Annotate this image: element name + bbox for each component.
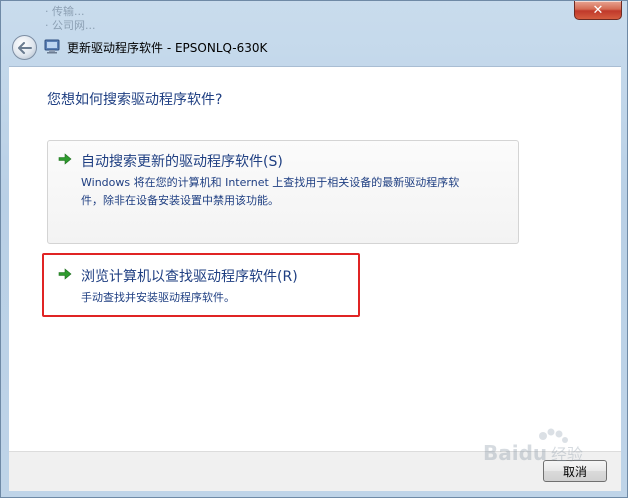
page-heading: 您想如何搜索驱动程序软件? xyxy=(47,92,223,108)
wizard-content: 您想如何搜索驱动程序软件? 自动搜索更新的驱动程序软件(S) Windows 将… xyxy=(9,66,621,451)
close-icon: ✕ xyxy=(592,2,604,18)
option-auto-search-description: Windows 将在您的计算机和 Internet 上查找用于相关设备的最新驱动… xyxy=(81,174,511,210)
baidu-watermark-logo: Baidu 经验 xyxy=(483,428,583,465)
back-button[interactable] xyxy=(12,35,37,60)
background-blur-text: · 公司网... xyxy=(45,19,96,32)
description-line: Windows 将在您的计算机和 Internet 上查找用于相关设备的最新驱动… xyxy=(81,176,460,189)
description-line: 件，除非在设备安装设置中禁用该功能。 xyxy=(81,194,279,207)
window-title: 更新驱动程序软件 - EPSONLQ-630K xyxy=(67,41,268,55)
green-arrow-icon xyxy=(58,153,72,165)
back-arrow-icon xyxy=(17,41,32,54)
watermark-text-secondary: 经验 xyxy=(551,445,583,464)
option-auto-search[interactable]: 自动搜索更新的驱动程序软件(S) Windows 将在您的计算机和 Intern… xyxy=(47,140,519,244)
close-button[interactable]: ✕ xyxy=(574,1,622,20)
device-manager-icon xyxy=(44,39,60,54)
green-arrow-icon xyxy=(58,268,72,280)
option-browse-computer-description: 手动查找并安装驱动程序软件。 xyxy=(81,291,235,304)
option-browse-computer[interactable]: 浏览计算机以查找驱动程序软件(R) 手动查找并安装驱动程序软件。 xyxy=(47,255,519,313)
watermark-text: Baidu xyxy=(483,441,547,465)
option-auto-search-label: 自动搜索更新的驱动程序软件(S) xyxy=(81,154,283,170)
option-browse-computer-label: 浏览计算机以查找驱动程序软件(R) xyxy=(81,269,298,285)
window-frame: · 传输... · 公司网... ✕ 更新驱动程序软件 - EPSONLQ-63… xyxy=(0,0,628,498)
